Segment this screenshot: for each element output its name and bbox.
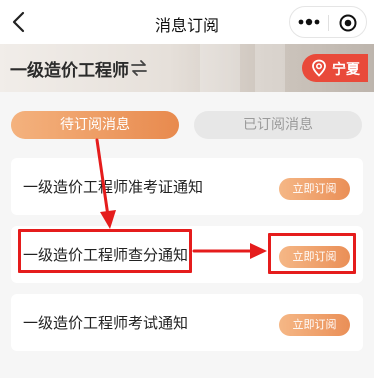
capsule-divider: [328, 15, 329, 31]
location-pin-icon: [312, 59, 326, 77]
exam-name[interactable]: 一级造价工程师: [10, 56, 129, 81]
list-item: 一级造价工程师准考证通知 立即订阅: [11, 158, 363, 215]
swap-arrows-icon[interactable]: [129, 59, 149, 77]
screen: 消息订阅 一级造价工程师 宁夏 待订阅消息 已订阅消息 一级造价工程师准考证通知…: [0, 0, 374, 378]
message-name: 一级造价工程师准考证通知: [23, 178, 204, 196]
more-dots-icon[interactable]: [296, 16, 322, 28]
target-circle-icon[interactable]: [339, 14, 357, 32]
highlight-box-item: [18, 229, 192, 273]
tab-subscribed[interactable]: 已订阅消息: [194, 111, 362, 139]
highlight-box-button: [268, 233, 356, 274]
banner-decoration: [200, 44, 240, 92]
region-label: 宁夏: [332, 62, 360, 78]
exam-banner: 一级造价工程师 宁夏: [0, 44, 374, 92]
subscribe-button[interactable]: 立即订阅: [279, 178, 350, 200]
nav-bar: 消息订阅: [0, 0, 374, 44]
tab-pending[interactable]: 待订阅消息: [11, 111, 179, 139]
region-selector[interactable]: 宁夏: [302, 54, 368, 82]
mini-program-capsule: [289, 6, 367, 38]
banner-decoration: [255, 44, 285, 92]
subscribe-button[interactable]: 立即订阅: [279, 314, 350, 336]
message-name: 一级造价工程师考试通知: [23, 314, 189, 332]
list-item: 一级造价工程师考试通知 立即订阅: [11, 294, 363, 351]
